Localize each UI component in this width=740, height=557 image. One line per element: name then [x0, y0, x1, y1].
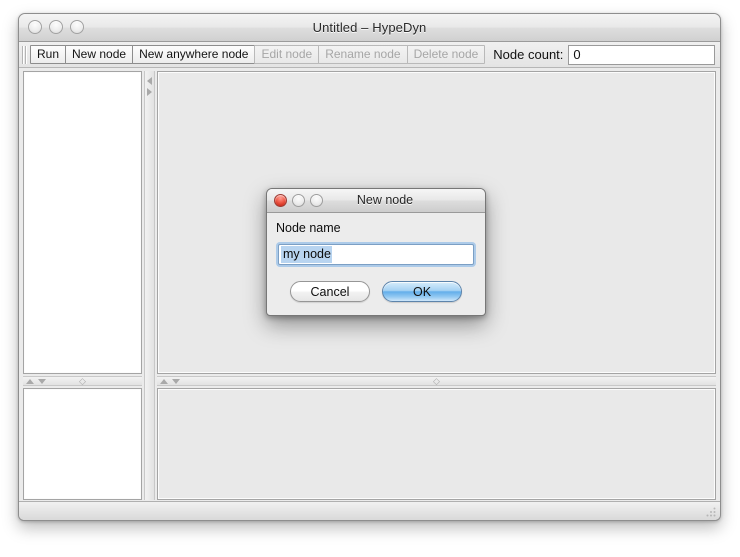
right-horizontal-splitter[interactable]: ◇ — [157, 376, 716, 386]
splitter-grip-icon: ◇ — [433, 375, 440, 386]
rename-node-button: Rename node — [318, 45, 408, 64]
dialog-title: New node — [356, 193, 414, 207]
node-name-label: Node name — [276, 221, 341, 235]
toolbar: Run New node New anywhere node Edit node… — [19, 42, 720, 68]
ok-button[interactable]: OK — [382, 281, 462, 302]
status-bar — [19, 501, 720, 520]
dialog-titlebar[interactable]: New node — [267, 189, 485, 213]
collapse-down-icon[interactable] — [38, 378, 46, 384]
left-horizontal-splitter[interactable]: ◇ — [23, 376, 142, 386]
delete-node-button: Delete node — [406, 45, 486, 64]
splitter-grip-icon: ◇ — [79, 375, 86, 386]
fact-list-pane[interactable] — [23, 388, 142, 500]
collapse-right-icon[interactable] — [147, 88, 152, 96]
node-count-label: Node count: — [493, 47, 564, 62]
new-anywhere-node-button[interactable]: New anywhere node — [132, 45, 256, 64]
node-name-field[interactable]: my node — [278, 244, 474, 265]
window-titlebar[interactable]: Untitled – HypeDyn — [19, 14, 720, 42]
detail-pane[interactable] — [157, 388, 716, 500]
window-title: Untitled – HypeDyn — [312, 20, 427, 35]
collapse-up-icon[interactable] — [26, 378, 34, 384]
collapse-down-icon[interactable] — [172, 378, 180, 384]
dialog-button-row: Cancel OK — [276, 281, 476, 302]
node-list-pane[interactable] — [23, 71, 142, 374]
vertical-splitter[interactable] — [144, 71, 155, 500]
new-node-dialog: New node Node name my node Cancel OK — [266, 188, 486, 316]
new-node-button[interactable]: New node — [65, 45, 134, 64]
edit-node-button: Edit node — [254, 45, 320, 64]
run-button[interactable]: Run — [30, 45, 67, 64]
node-count-field[interactable]: 0 — [568, 44, 715, 65]
collapse-left-icon[interactable] — [147, 77, 152, 85]
cancel-button[interactable]: Cancel — [290, 281, 370, 302]
toolbar-grip-icon[interactable] — [22, 45, 27, 64]
resize-grip-icon[interactable] — [704, 505, 717, 518]
dialog-content: Node name my node Cancel OK — [267, 213, 485, 302]
left-column: ◇ — [23, 71, 142, 500]
collapse-up-icon[interactable] — [160, 378, 168, 384]
node-name-input-text[interactable]: my node — [281, 246, 332, 263]
